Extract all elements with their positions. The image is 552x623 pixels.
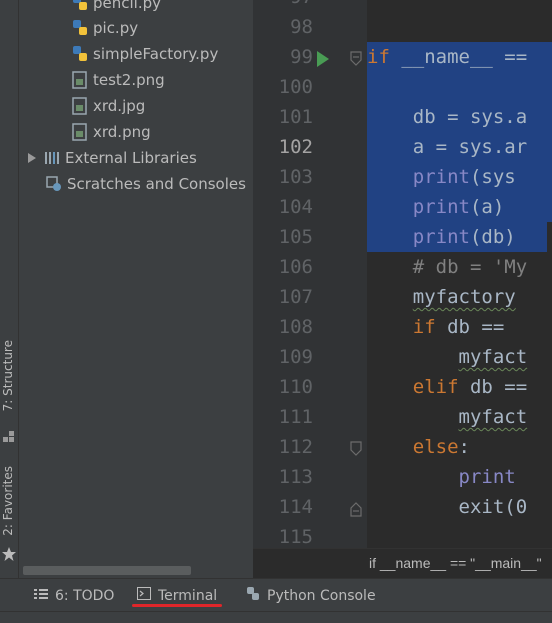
line-number: 105 <box>278 226 313 248</box>
line-number: 109 <box>278 346 313 368</box>
line-number: 108 <box>278 316 313 338</box>
tree-item-label: test2.png <box>93 71 165 89</box>
line-number: 111 <box>278 406 313 428</box>
tab-python-console[interactable]: Python Console <box>246 579 376 612</box>
scratches-icon <box>45 175 63 193</box>
active-tab-underline <box>132 604 222 607</box>
todo-list-icon <box>34 588 48 604</box>
structure-tab[interactable]: 7: Structure <box>0 340 18 442</box>
code-line[interactable]: db = sys.a <box>367 102 527 132</box>
code-line[interactable]: elif db == <box>367 372 527 402</box>
tree-item-pic[interactable]: pic.py <box>71 17 138 39</box>
image-file-icon <box>71 97 89 115</box>
code-line[interactable]: print(sys <box>367 162 516 192</box>
line-number: 99 <box>290 46 313 68</box>
tree-item-label: External Libraries <box>65 149 197 167</box>
horizontal-scrollbar-thumb[interactable] <box>23 566 191 575</box>
fold-marker-icon[interactable] <box>349 50 363 68</box>
code-line[interactable]: myfact <box>367 342 528 372</box>
structure-icon <box>3 428 15 442</box>
python-console-icon <box>246 586 260 605</box>
line-number: 115 <box>278 526 313 548</box>
tree-item-xrd-png[interactable]: xrd.png <box>71 121 151 143</box>
line-number: 97 <box>253 0 313 8</box>
tab-python-console-label: Python Console <box>267 587 376 604</box>
tree-item-label: Scratches and Consoles <box>67 175 246 193</box>
tree-item-label: pencil.py <box>93 0 162 12</box>
tree-item-label: xrd.jpg <box>93 97 146 115</box>
tree-item-external-libraries[interactable]: External Libraries <box>25 147 197 169</box>
code-line[interactable]: myfact <box>367 402 528 432</box>
code-line[interactable]: # db = 'My <box>367 252 527 282</box>
code-line[interactable]: a = sys.ar <box>367 132 527 162</box>
line-number: 98 <box>290 16 313 38</box>
left-tool-strip: 7: Structure 2: Favorites <box>0 0 19 578</box>
breadcrumb-bar: if __name__ == "__main__" <box>253 548 552 579</box>
line-number: 106 <box>278 256 313 278</box>
tree-item-simplefactory[interactable]: simpleFactory.py <box>71 43 218 65</box>
tree-item-test2[interactable]: test2.png <box>71 69 165 91</box>
status-bar <box>0 611 552 623</box>
chevron-right-icon[interactable] <box>25 149 39 167</box>
line-number: 100 <box>278 76 313 98</box>
fold-marker-icon[interactable] <box>349 500 363 518</box>
tab-todo[interactable]: 6: TODO <box>34 579 114 612</box>
tab-todo-label: 6: TODO <box>55 587 115 604</box>
line-number: 107 <box>278 286 313 308</box>
tab-terminal[interactable]: Terminal <box>137 579 217 612</box>
line-number: 113 <box>278 466 313 488</box>
line-number-gutter[interactable]: 97 98 99 100 101 102 103 104 105 106 107… <box>253 0 367 548</box>
tree-item-scratches[interactable]: Scratches and Consoles <box>45 173 246 195</box>
code-line[interactable]: print <box>367 462 516 492</box>
line-number: 104 <box>278 196 313 218</box>
code-line[interactable]: exit(0 <box>367 492 528 522</box>
python-file-icon <box>71 45 89 63</box>
structure-tab-label: 7: Structure <box>1 340 15 412</box>
code-editor[interactable]: if __name__ == db = sys.a a = sys.ar pri… <box>367 0 552 548</box>
terminal-icon <box>137 587 151 604</box>
image-file-icon <box>71 71 89 89</box>
image-file-icon <box>71 123 89 141</box>
code-line[interactable]: if db == <box>367 312 516 342</box>
favorites-tab-label: 2: Favorites <box>1 466 15 536</box>
bottom-tool-bar: 6: TODO Terminal Python Console <box>0 578 552 612</box>
tree-item-label: pic.py <box>93 19 139 37</box>
fold-marker-icon[interactable] <box>349 440 363 458</box>
project-tree-panel: pencil.py pic.py simpleFactory.py test2.… <box>19 0 253 578</box>
libraries-icon <box>43 149 61 167</box>
tree-item-xrd-jpg[interactable]: xrd.jpg <box>71 95 145 117</box>
line-number: 101 <box>278 106 313 128</box>
favorites-tab[interactable]: 2: Favorites <box>0 466 18 566</box>
python-file-icon <box>71 0 89 12</box>
current-line-number: 102 <box>278 136 313 158</box>
star-icon <box>1 546 17 562</box>
line-number: 114 <box>278 496 313 518</box>
run-arrow-icon[interactable] <box>315 50 331 68</box>
code-line[interactable]: print(a) <box>367 192 505 222</box>
tree-item-pencil[interactable]: pencil.py <box>71 0 161 14</box>
code-line[interactable]: print(db) <box>367 222 516 252</box>
tree-item-label: simpleFactory.py <box>93 45 219 63</box>
code-line[interactable]: else: <box>367 432 470 462</box>
code-line[interactable]: if __name__ == <box>367 42 527 72</box>
tab-terminal-label: Terminal <box>158 587 218 604</box>
tree-item-label: xrd.png <box>93 123 151 141</box>
line-number: 112 <box>278 436 313 458</box>
line-number: 110 <box>278 376 313 398</box>
code-line[interactable]: myfactory <box>367 282 516 312</box>
breadcrumb[interactable]: if __name__ == "__main__" <box>369 555 542 571</box>
line-number: 103 <box>278 166 313 188</box>
python-file-icon <box>71 19 89 37</box>
